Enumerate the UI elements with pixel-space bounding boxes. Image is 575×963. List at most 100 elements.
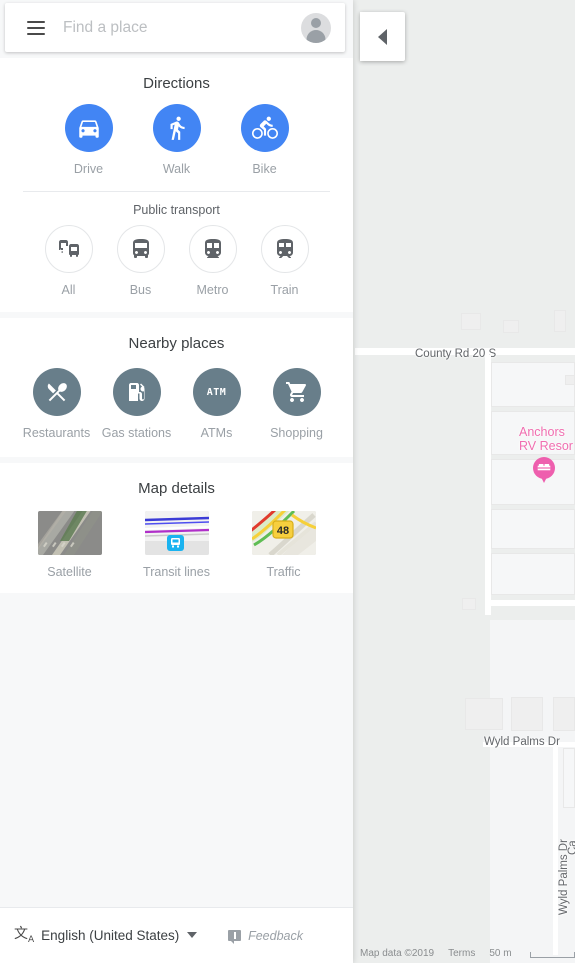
map-terms-link[interactable]: Terms — [448, 948, 475, 959]
map-building — [461, 313, 481, 330]
nearby-gas-stations[interactable]: Gas stations — [97, 368, 177, 441]
satellite-thumbnail — [37, 511, 102, 555]
transit-filter-all[interactable]: All — [33, 225, 105, 298]
map-details-title: Map details — [138, 480, 215, 497]
transit-filter-bus[interactable]: Bus — [105, 225, 177, 298]
avatar-head — [311, 17, 321, 28]
panel-content: Directions Drive Walk Bike Public transp… — [0, 58, 353, 907]
hamburger-line — [27, 32, 45, 35]
transit-filter-train[interactable]: Train — [249, 225, 321, 298]
map-label-county-rd-20-s: County Rd 20 S — [415, 348, 497, 360]
map-detail-transit-lines[interactable]: Transit lines — [123, 511, 230, 579]
map-detail-satellite-label: Satellite — [47, 565, 92, 579]
map-building — [503, 320, 519, 333]
directions-title: Directions — [143, 75, 210, 92]
transit-filter-metro-label: Metro — [196, 283, 229, 297]
feedback-button[interactable]: Feedback — [228, 928, 303, 944]
transit-filter-bus-label: Bus — [129, 283, 152, 297]
map-scale-bar — [529, 952, 575, 958]
nearby-places-title: Nearby places — [128, 335, 225, 352]
side-panel: Directions Drive W — [0, 0, 353, 963]
collapse-panel-button[interactable] — [360, 12, 405, 61]
nearby-restaurants[interactable]: Restaurants — [17, 368, 97, 441]
map-label-ca: Ca — [567, 840, 575, 855]
chevron-left-icon — [378, 28, 387, 45]
shopping-cart-icon — [272, 368, 321, 416]
directions-card: Directions Drive Walk Bike Public transp… — [0, 58, 353, 312]
bicycle-icon — [240, 104, 289, 152]
nearby-atms[interactable]: ATM ATMs — [177, 368, 257, 441]
gas-pump-icon — [112, 368, 161, 416]
directions-mode-bike[interactable]: Bike — [221, 104, 309, 177]
map-parcel — [491, 553, 575, 595]
map-road-curve — [485, 600, 575, 606]
transit-filter-metro[interactable]: Metro — [177, 225, 249, 298]
map-parcel — [491, 509, 575, 549]
language-label: English (United States) — [41, 927, 180, 943]
panel-footer: 文A English (United States) Feedback — [0, 907, 353, 963]
nearby-restaurants-label: Restaurants — [22, 426, 91, 440]
atm-icon: ATM — [192, 368, 241, 416]
svg-text:48: 48 — [276, 525, 288, 537]
directions-mode-walk[interactable]: Walk — [133, 104, 221, 177]
feedback-icon — [228, 930, 242, 944]
map-building — [554, 310, 566, 332]
map-landmass — [360, 355, 490, 963]
public-transport-title: Public transport — [133, 203, 220, 217]
restaurant-cutlery-icon — [32, 368, 81, 416]
map-building — [465, 698, 503, 730]
nearby-atms-label: ATMs — [200, 426, 233, 440]
search-input[interactable] — [63, 18, 301, 37]
transit-all-icon — [44, 225, 93, 273]
train-icon — [260, 225, 309, 273]
search-header — [0, 0, 353, 58]
hotel-bed-icon — [537, 464, 551, 471]
map-parcel — [491, 362, 575, 407]
hamburger-menu-icon[interactable] — [16, 8, 56, 48]
map-data-copyright: Map data ©2019 — [360, 947, 435, 959]
map-parcel — [563, 748, 575, 808]
nearby-gas-stations-label: Gas stations — [101, 426, 172, 440]
car-icon — [64, 104, 113, 152]
public-transport-row: All Bus Metro Train — [0, 219, 353, 312]
bus-icon — [116, 225, 165, 273]
map-details-card: Map details Satellite Transit lines 48 T… — [0, 463, 353, 593]
nearby-shopping-label: Shopping — [270, 426, 323, 440]
chevron-down-icon — [187, 932, 198, 939]
map-building — [462, 598, 476, 610]
language-selector[interactable]: 文A English (United States) — [14, 925, 198, 945]
feedback-label: Feedback — [248, 928, 303, 943]
directions-mode-bike-label: Bike — [252, 162, 277, 176]
directions-mode-drive-label: Drive — [73, 162, 104, 176]
map-poi-marker-hotel[interactable] — [533, 457, 555, 483]
map-poi-label-line1: Anchors — [519, 425, 565, 439]
translate-icon: 文A — [14, 925, 35, 945]
hamburger-line — [27, 26, 45, 29]
nearby-places-row: Restaurants Gas stations ATM ATMs Shoppi… — [0, 354, 353, 457]
map-building — [511, 697, 543, 731]
map-detail-satellite[interactable]: Satellite — [16, 511, 123, 579]
subway-icon — [188, 225, 237, 273]
transit-lines-thumbnail — [144, 511, 209, 555]
map-label-wyld-palms-dr: Wyld Palms Dr — [484, 736, 560, 748]
directions-mode-drive[interactable]: Drive — [45, 104, 133, 177]
hamburger-line — [27, 20, 45, 23]
search-bar[interactable] — [5, 3, 345, 52]
traffic-thumbnail: 48 — [251, 511, 316, 555]
nearby-places-card: Nearby places Restaurants Gas stations A… — [0, 318, 353, 457]
map-poi-label-line2: RV Resor — [519, 439, 573, 453]
map-scale-value: 50 m — [489, 947, 512, 959]
transit-filter-all-label: All — [61, 283, 76, 297]
map-building — [565, 375, 575, 385]
pedestrian-icon — [152, 104, 201, 152]
map-detail-traffic[interactable]: 48 Traffic — [230, 511, 337, 579]
nearby-shopping[interactable]: Shopping — [257, 368, 337, 441]
map-details-row: Satellite Transit lines 48 Traffic — [0, 499, 353, 593]
avatar-body — [306, 29, 326, 43]
directions-mode-row: Drive Walk Bike — [0, 94, 353, 187]
transit-filter-train-label: Train — [270, 283, 299, 297]
account-avatar-icon[interactable] — [301, 12, 331, 43]
map-detail-traffic-label: Traffic — [266, 565, 301, 579]
map-attribution: Map data ©2019 Terms 50 m — [360, 945, 575, 961]
map-building — [553, 697, 575, 731]
